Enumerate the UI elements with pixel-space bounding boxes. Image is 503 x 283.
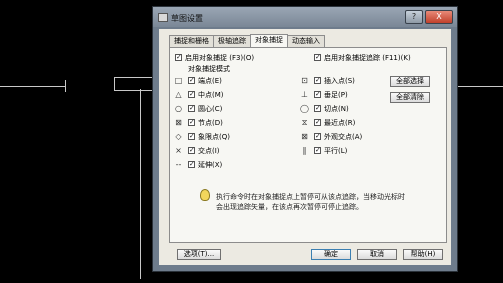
clear-all-button[interactable]: 全部清除 — [390, 92, 430, 103]
cancel-button[interactable]: 取消 — [357, 249, 397, 260]
extension-label[interactable]: 延伸(X) — [198, 161, 222, 169]
midpoint-icon: △ — [175, 90, 182, 99]
tab-dynamic-input[interactable]: 动态输入 — [287, 35, 325, 47]
tab-polar-tracking[interactable]: 极轴追踪 — [213, 35, 251, 47]
center-icon: ○ — [175, 104, 182, 113]
nearest-icon: ⧖ — [301, 118, 308, 127]
apparent-intersection-label[interactable]: 外观交点(A) — [324, 133, 362, 141]
intersection-icon: × — [175, 146, 182, 155]
node-label[interactable]: 节点(D) — [198, 119, 223, 127]
enable-osnap-label[interactable]: 启用对象捕捉 (F3)(O) — [185, 54, 254, 62]
cad-line-left — [0, 86, 66, 87]
tangent-checkbox[interactable] — [314, 104, 321, 112]
perpendicular-icon: ⊥ — [301, 90, 308, 99]
select-all-button[interactable]: 全部选择 — [390, 76, 430, 87]
quadrant-checkbox[interactable] — [188, 132, 195, 140]
cad-line-left-tick — [65, 80, 66, 92]
app-icon — [158, 13, 168, 22]
tracking-info-line-1: 执行命令时在对象捕捉点上暂停可从该点追踪，当移动光标时 — [216, 193, 405, 201]
tracking-info-line-2: 会出现追踪矢量，在该点再次暂停可停止追踪。 — [216, 203, 363, 211]
endpoint-checkbox[interactable] — [188, 76, 195, 84]
dialog-title: 草图设置 — [171, 14, 203, 23]
nearest-checkbox[interactable] — [314, 118, 321, 126]
perpendicular-label[interactable]: 垂足(P) — [324, 91, 348, 99]
tab-object-snap[interactable]: 对象捕捉 — [250, 34, 288, 47]
title-help-button[interactable]: ? — [405, 10, 423, 24]
center-checkbox[interactable] — [188, 104, 195, 112]
extension-checkbox[interactable] — [188, 160, 195, 168]
quadrant-label[interactable]: 象限点(Q) — [198, 133, 230, 141]
nearest-label[interactable]: 最近点(R) — [324, 119, 355, 127]
tab-snap-grid[interactable]: 捕捉和栅格 — [169, 35, 214, 47]
node-checkbox[interactable] — [188, 118, 195, 126]
insertion-label[interactable]: 插入点(S) — [324, 77, 355, 85]
intersection-label[interactable]: 交点(I) — [198, 147, 220, 155]
parallel-icon: ∥ — [302, 146, 307, 155]
enable-tracking-checkbox[interactable] — [314, 53, 321, 61]
parallel-checkbox[interactable] — [314, 146, 321, 154]
title-bar[interactable]: 草图设置 ? X — [153, 7, 457, 27]
insertion-checkbox[interactable] — [314, 76, 321, 84]
apparent-intersection-checkbox[interactable] — [314, 132, 321, 140]
endpoint-label[interactable]: 端点(E) — [198, 77, 222, 85]
drafting-settings-dialog: 草图设置 ? X 捕捉和栅格 极轴追踪 对象捕捉 动态输入 启用对象捕捉 (F3… — [152, 6, 458, 272]
help-button[interactable]: 帮助(H) — [403, 249, 443, 260]
center-label[interactable]: 圆心(C) — [198, 105, 222, 113]
apparent-intersection-icon: ⊠ — [301, 132, 308, 141]
options-button[interactable]: 选项(T)... — [177, 249, 221, 260]
tangent-icon: ◯ — [300, 104, 309, 113]
midpoint-label[interactable]: 中点(M) — [198, 91, 224, 99]
quadrant-icon: ◇ — [175, 132, 182, 141]
node-icon: ⊠ — [175, 118, 182, 127]
insertion-icon: ⊡ — [301, 76, 308, 85]
snap-modes-group-label: 对象捕捉模式 — [188, 65, 230, 73]
cad-line-vertical — [140, 89, 141, 279]
parallel-label[interactable]: 平行(L) — [324, 147, 347, 155]
endpoint-icon: □ — [174, 76, 183, 85]
lightbulb-icon — [200, 189, 210, 201]
enable-osnap-checkbox[interactable] — [175, 53, 182, 61]
tracking-info-text: 执行命令时在对象捕捉点上暂停可从该点追踪，当移动光标时 会出现追踪矢量，在该点再… — [216, 192, 405, 212]
object-snap-panel: 启用对象捕捉 (F3)(O) 启用对象捕捉追踪 (F11)(K) 对象捕捉模式 … — [169, 47, 447, 243]
tab-strip: 捕捉和栅格 极轴追踪 对象捕捉 动态输入 — [169, 34, 325, 47]
tangent-label[interactable]: 切点(N) — [324, 105, 349, 113]
cad-line-right — [458, 86, 503, 87]
intersection-checkbox[interactable] — [188, 146, 195, 154]
cad-rect-fragment — [114, 77, 155, 91]
extension-icon: -- — [175, 160, 182, 169]
perpendicular-checkbox[interactable] — [314, 90, 321, 98]
title-close-button[interactable]: X — [425, 10, 453, 24]
midpoint-checkbox[interactable] — [188, 90, 195, 98]
ok-button[interactable]: 确定 — [311, 249, 351, 260]
enable-tracking-label[interactable]: 启用对象捕捉追踪 (F11)(K) — [324, 54, 411, 62]
